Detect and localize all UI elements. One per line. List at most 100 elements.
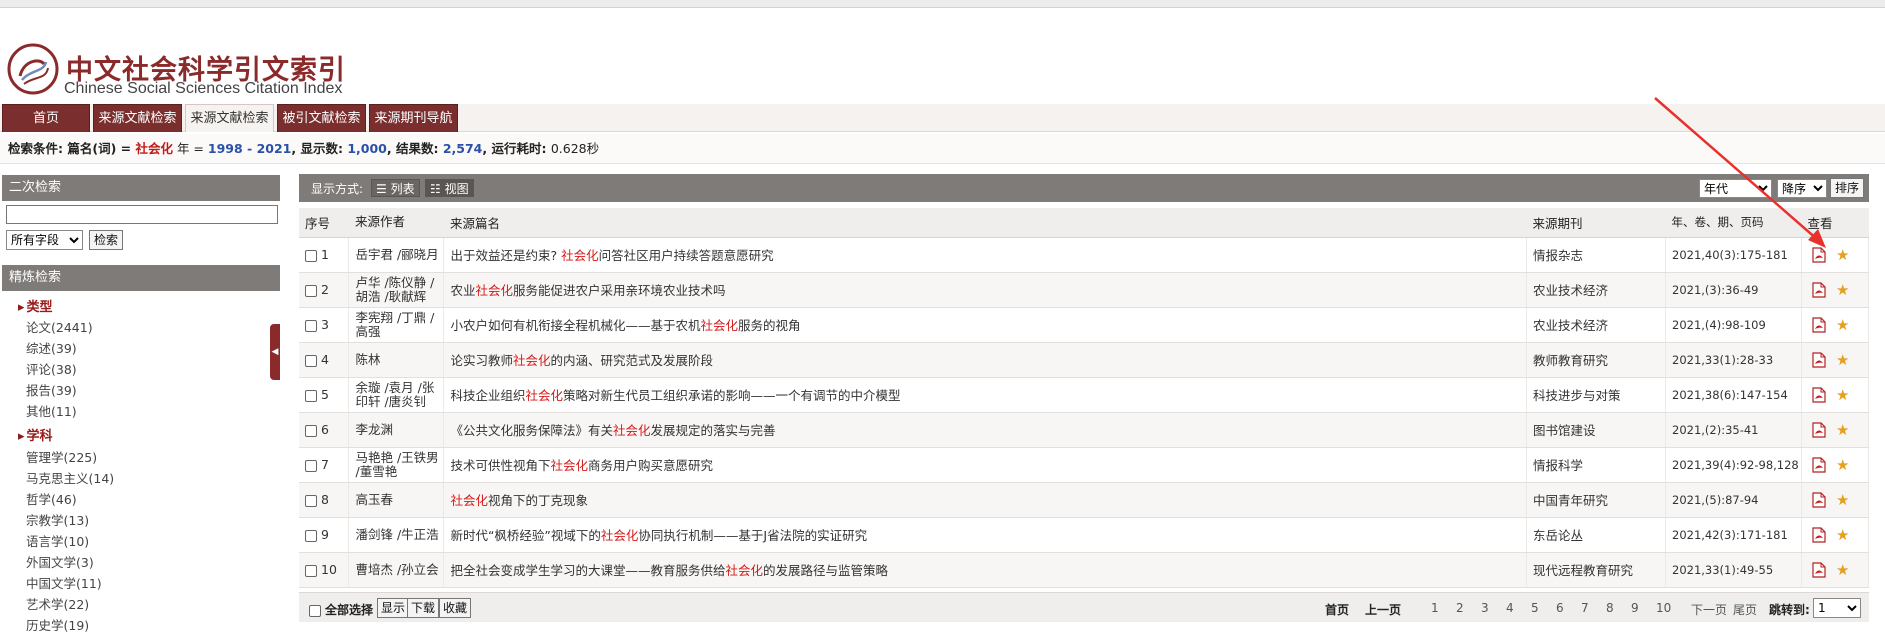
row-author[interactable]: 岳宇君 /郦晓月	[348, 237, 445, 273]
row-checkbox[interactable]	[305, 389, 317, 402]
col-header-title[interactable]: 来源篇名	[443, 208, 1527, 238]
row-checkbox[interactable]	[305, 354, 317, 367]
page-number[interactable]: 2	[1456, 601, 1464, 615]
refine-item[interactable]: 马克思主义(14)	[26, 468, 114, 487]
jump-page-select[interactable]: 1	[1813, 598, 1861, 618]
row-title[interactable]: 把全社会变成学生学习的大课堂——教育服务供给社会化的发展路径与监管策略	[443, 552, 1528, 588]
tab-journal-nav[interactable]: 来源期刊导航	[369, 104, 458, 132]
page-number[interactable]: 4	[1506, 601, 1514, 615]
row-title[interactable]: 新时代“枫桥经验”视域下的社会化协同执行机制——基于J省法院的实证研究	[443, 517, 1528, 553]
tab-source-results[interactable]: 来源文献检索结果	[185, 104, 274, 154]
row-journal[interactable]: 农业技术经济	[1526, 272, 1666, 308]
row-checkbox[interactable]	[305, 564, 317, 577]
star-icon[interactable]: ★	[1836, 351, 1849, 369]
select-all[interactable]: 全部选择	[309, 601, 373, 618]
star-icon[interactable]: ★	[1836, 386, 1849, 404]
star-icon[interactable]: ★	[1836, 526, 1849, 544]
row-checkbox[interactable]	[305, 494, 317, 507]
pdf-icon[interactable]	[1812, 456, 1826, 473]
pdf-icon[interactable]	[1812, 246, 1826, 263]
row-author[interactable]: 李宪翔 /丁鼎 /高强	[348, 307, 445, 343]
page-first[interactable]: 首页	[1325, 601, 1349, 618]
download-button[interactable]: 下载	[407, 598, 440, 618]
page-number[interactable]: 3	[1481, 601, 1489, 615]
collect-button[interactable]: 收藏	[439, 598, 472, 618]
star-icon[interactable]: ★	[1836, 316, 1849, 334]
row-title[interactable]: 《公共文化服务保障法》有关社会化发展规定的落实与完善	[443, 412, 1528, 448]
star-icon[interactable]: ★	[1836, 246, 1849, 264]
row-journal[interactable]: 情报科学	[1526, 447, 1666, 483]
collapse-sidebar-handle[interactable]: ◀	[270, 324, 280, 380]
refine-item[interactable]: 宗教学(13)	[26, 510, 89, 529]
row-checkbox[interactable]	[305, 424, 317, 437]
refine-category-subject[interactable]: 学科	[18, 425, 53, 444]
star-icon[interactable]: ★	[1836, 456, 1849, 474]
pdf-icon[interactable]	[1812, 526, 1826, 543]
row-author[interactable]: 卢华 /陈仪静 /胡浩 /耿献辉	[348, 272, 445, 308]
row-title[interactable]: 社会化视角下的丁克现象	[443, 482, 1528, 518]
refine-item[interactable]: 艺术学(22)	[26, 594, 89, 613]
select-all-checkbox[interactable]	[309, 604, 321, 617]
row-journal[interactable]: 现代远程教育研究	[1526, 552, 1666, 588]
secondary-search-input[interactable]	[6, 205, 278, 224]
row-author[interactable]: 高玉春	[348, 482, 445, 518]
pdf-icon[interactable]	[1812, 561, 1826, 578]
star-icon[interactable]: ★	[1836, 491, 1849, 509]
page-number[interactable]: 10	[1656, 601, 1671, 615]
row-checkbox[interactable]	[305, 459, 317, 472]
secondary-search-button[interactable]: 检索	[89, 230, 124, 250]
row-journal[interactable]: 东岳论丛	[1526, 517, 1666, 553]
pdf-icon[interactable]	[1812, 386, 1826, 403]
row-title[interactable]: 小农户如何有机衔接全程机械化——基于农机社会化服务的视角	[443, 307, 1528, 343]
page-number[interactable]: 7	[1581, 601, 1589, 615]
refine-item[interactable]: 外国文学(3)	[26, 552, 94, 571]
row-checkbox[interactable]	[305, 249, 317, 262]
page-number[interactable]: 8	[1606, 601, 1614, 615]
row-author[interactable]: 李龙渊	[348, 412, 445, 448]
refine-item[interactable]: 管理学(225)	[26, 447, 97, 466]
refine-item[interactable]: 其他(11)	[26, 401, 77, 420]
refine-item[interactable]: 中国文学(11)	[26, 573, 102, 592]
grid-view-button[interactable]: ☷ 视图	[425, 179, 474, 197]
row-checkbox[interactable]	[305, 284, 317, 297]
refine-item[interactable]: 综述(39)	[26, 338, 77, 357]
refine-item[interactable]: 语言学(10)	[26, 531, 89, 550]
col-header-author[interactable]: 来源作者	[348, 208, 444, 238]
row-checkbox[interactable]	[305, 529, 317, 542]
page-number[interactable]: 6	[1556, 601, 1564, 615]
col-header-no[interactable]: 序号	[299, 208, 349, 238]
show-button[interactable]: 显示	[377, 598, 410, 618]
pdf-icon[interactable]	[1812, 421, 1826, 438]
row-title[interactable]: 农业社会化服务能促进农户采用亲环境农业技术吗	[443, 272, 1528, 308]
refine-item[interactable]: 历史学(19)	[26, 615, 89, 634]
field-select[interactable]: 所有字段	[6, 230, 83, 250]
refine-item[interactable]: 论文(2441)	[26, 317, 93, 336]
page-next[interactable]: 下一页	[1691, 601, 1727, 618]
sort-field-select[interactable]: 年代	[1699, 179, 1772, 198]
star-icon[interactable]: ★	[1836, 421, 1849, 439]
row-journal[interactable]: 中国青年研究	[1526, 482, 1666, 518]
row-journal[interactable]: 图书馆建设	[1526, 412, 1666, 448]
star-icon[interactable]: ★	[1836, 561, 1849, 579]
row-title[interactable]: 技术可供性视角下社会化商务用户购买意愿研究	[443, 447, 1528, 483]
row-author[interactable]: 余璇 /袁月 /张印轩 /唐炎钊	[348, 377, 445, 413]
col-header-volume[interactable]: 年、卷、期、页码	[1665, 208, 1802, 238]
page-last[interactable]: 尾页	[1733, 601, 1757, 618]
row-checkbox[interactable]	[305, 319, 317, 332]
row-author[interactable]: 曹培杰 /孙立会	[348, 552, 445, 588]
row-author[interactable]: 潘剑锋 /牛正浩	[348, 517, 445, 553]
row-author[interactable]: 马艳艳 /王铁男 /董雪艳	[348, 447, 445, 483]
refine-item[interactable]: 报告(39)	[26, 380, 77, 399]
tab-source-search[interactable]: 来源文献检索	[93, 104, 182, 132]
pdf-icon[interactable]	[1812, 491, 1826, 508]
refine-item[interactable]: 哲学(46)	[26, 489, 77, 508]
page-number[interactable]: 9	[1631, 601, 1639, 615]
row-journal[interactable]: 科技进步与对策	[1526, 377, 1666, 413]
row-author[interactable]: 陈林	[348, 342, 445, 378]
row-journal[interactable]: 情报杂志	[1526, 237, 1666, 273]
pdf-icon[interactable]	[1812, 351, 1826, 368]
tab-cited-search[interactable]: 被引文献检索	[277, 104, 366, 132]
row-title[interactable]: 科技企业组织社会化策略对新生代员工组织承诺的影响——一个有调节的中介模型	[443, 377, 1528, 413]
tab-home[interactable]: 首页	[2, 104, 90, 132]
refine-item[interactable]: 评论(38)	[26, 359, 77, 378]
